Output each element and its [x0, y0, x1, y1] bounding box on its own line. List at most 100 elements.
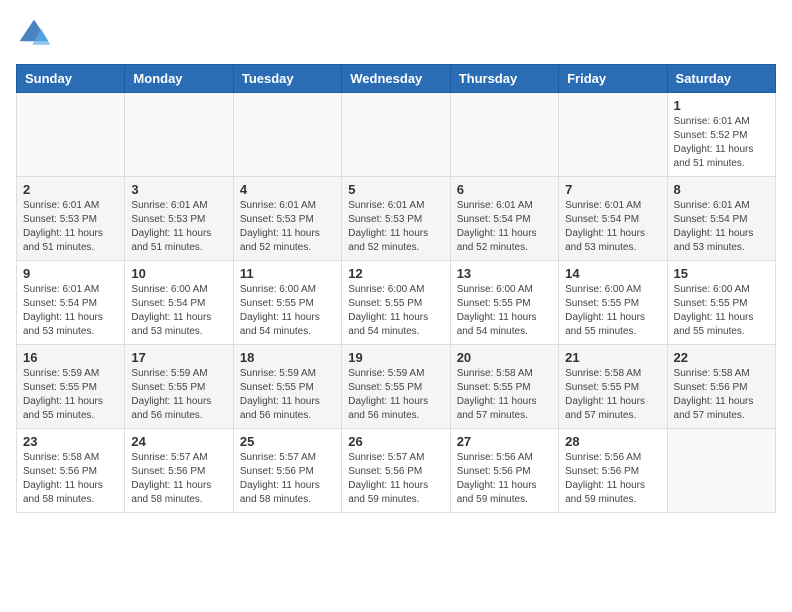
calendar-header-tuesday: Tuesday: [233, 65, 341, 93]
day-number: 16: [23, 350, 118, 365]
day-number: 26: [348, 434, 443, 449]
calendar-day-9: 9Sunrise: 6:01 AM Sunset: 5:54 PM Daylig…: [17, 261, 125, 345]
day-info: Sunrise: 6:01 AM Sunset: 5:54 PM Dayligh…: [565, 199, 660, 255]
calendar-header-wednesday: Wednesday: [342, 65, 450, 93]
day-number: 14: [565, 266, 660, 281]
calendar-day-17: 17 Sunrise: 5:59 AM Sunset: 5:55 PM Dayli…: [125, 345, 233, 429]
calendar-day-13: 13 Sunrise: 6:00 AM Sunset: 5:55 PM Dayli…: [450, 261, 558, 345]
calendar-day-21: 21 Sunrise: 5:58 AM Sunset: 5:55 PM Dayli…: [559, 345, 667, 429]
calendar-day-23: 23Sunrise: 5:58 AM Sunset: 5:56 PM Dayli…: [17, 429, 125, 513]
calendar-day-empty: [667, 429, 775, 513]
calendar-day-8: 8 Sunrise: 6:01 AM Sunset: 5:54 PM Daylig…: [667, 177, 775, 261]
calendar-header-saturday: Saturday: [667, 65, 775, 93]
day-info: Sunrise: 6:01 AM Sunset: 5:53 PM Dayligh…: [23, 199, 118, 255]
day-number: 19: [348, 350, 443, 365]
calendar-day-14: 14 Sunrise: 6:00 AM Sunset: 5:55 PM Dayli…: [559, 261, 667, 345]
day-number: 25: [240, 434, 335, 449]
calendar-header-sunday: Sunday: [17, 65, 125, 93]
calendar-day-16: 16 Sunrise: 5:59 AM Sunset: 5:55 PM Dayli…: [17, 345, 125, 429]
day-info: Sunrise: 6:00 AM Sunset: 5:55 PM Dayligh…: [674, 283, 769, 339]
day-number: 10: [131, 266, 226, 281]
day-info: Sunrise: 6:00 AM Sunset: 5:55 PM Dayligh…: [565, 283, 660, 339]
day-info: Sunrise: 5:59 AM Sunset: 5:55 PM Dayligh…: [23, 367, 118, 423]
day-number: 15: [674, 266, 769, 281]
day-info: Sunrise: 6:01 AM Sunset: 5:54 PM Dayligh…: [457, 199, 552, 255]
day-info: Sunrise: 5:59 AM Sunset: 5:55 PM Dayligh…: [348, 367, 443, 423]
calendar-header-monday: Monday: [125, 65, 233, 93]
day-number: 1: [674, 98, 769, 113]
calendar-day-25: 25 Sunrise: 5:57 AM Sunset: 5:56 PM Dayli…: [233, 429, 341, 513]
calendar-day-11: 11Sunrise: 6:00 AM Sunset: 5:55 PM Dayli…: [233, 261, 341, 345]
day-info: Sunrise: 5:58 AM Sunset: 5:55 PM Dayligh…: [457, 367, 552, 423]
calendar-day-22: 22 Sunrise: 5:58 AM Sunset: 5:56 PM Dayli…: [667, 345, 775, 429]
day-number: 7: [565, 182, 660, 197]
calendar-day-18: 18 Sunrise: 5:59 AM Sunset: 5:55 PM Dayli…: [233, 345, 341, 429]
day-number: 23: [23, 434, 118, 449]
logo-icon: [16, 16, 52, 52]
day-info: Sunrise: 5:57 AM Sunset: 5:56 PM Dayligh…: [348, 451, 443, 507]
calendar-header-row: SundayMondayTuesdayWednesdayThursdayFrid…: [17, 65, 776, 93]
day-info: Sunrise: 5:57 AM Sunset: 5:56 PM Dayligh…: [240, 451, 335, 507]
day-info: Sunrise: 6:01 AM Sunset: 5:53 PM Dayligh…: [240, 199, 335, 255]
calendar-week-4: 23Sunrise: 5:58 AM Sunset: 5:56 PM Dayli…: [17, 429, 776, 513]
calendar-day-24: 24 Sunrise: 5:57 AM Sunset: 5:56 PM Dayli…: [125, 429, 233, 513]
day-info: Sunrise: 6:00 AM Sunset: 5:55 PM Dayligh…: [457, 283, 552, 339]
day-number: 5: [348, 182, 443, 197]
calendar-day-27: 27 Sunrise: 5:56 AM Sunset: 5:56 PM Dayli…: [450, 429, 558, 513]
calendar-day-empty: [450, 93, 558, 177]
day-number: 28: [565, 434, 660, 449]
day-number: 13: [457, 266, 552, 281]
day-info: Sunrise: 5:57 AM Sunset: 5:56 PM Dayligh…: [131, 451, 226, 507]
calendar-day-empty: [17, 93, 125, 177]
day-info: Sunrise: 5:58 AM Sunset: 5:55 PM Dayligh…: [565, 367, 660, 423]
calendar-day-6: 6 Sunrise: 6:01 AM Sunset: 5:54 PM Daylig…: [450, 177, 558, 261]
day-number: 2: [23, 182, 118, 197]
calendar-day-26: 26 Sunrise: 5:57 AM Sunset: 5:56 PM Dayli…: [342, 429, 450, 513]
day-number: 24: [131, 434, 226, 449]
day-number: 21: [565, 350, 660, 365]
calendar-week-0: 1 Sunrise: 6:01 AM Sunset: 5:52 PM Daylig…: [17, 93, 776, 177]
day-number: 22: [674, 350, 769, 365]
calendar-day-empty: [559, 93, 667, 177]
calendar-day-10: 10 Sunrise: 6:00 AM Sunset: 5:54 PM Dayli…: [125, 261, 233, 345]
day-info: Sunrise: 6:00 AM Sunset: 5:55 PM Dayligh…: [348, 283, 443, 339]
calendar-day-5: 5Sunrise: 6:01 AM Sunset: 5:53 PM Daylig…: [342, 177, 450, 261]
calendar-day-28: 28 Sunrise: 5:56 AM Sunset: 5:56 PM Dayli…: [559, 429, 667, 513]
day-info: Sunrise: 5:56 AM Sunset: 5:56 PM Dayligh…: [565, 451, 660, 507]
day-number: 6: [457, 182, 552, 197]
calendar-week-1: 2 Sunrise: 6:01 AM Sunset: 5:53 PM Daylig…: [17, 177, 776, 261]
page-header: [16, 16, 776, 52]
calendar-day-4: 4 Sunrise: 6:01 AM Sunset: 5:53 PM Daylig…: [233, 177, 341, 261]
calendar-table: SundayMondayTuesdayWednesdayThursdayFrid…: [16, 64, 776, 513]
day-number: 3: [131, 182, 226, 197]
day-number: 12: [348, 266, 443, 281]
day-number: 27: [457, 434, 552, 449]
day-info: Sunrise: 5:56 AM Sunset: 5:56 PM Dayligh…: [457, 451, 552, 507]
day-number: 20: [457, 350, 552, 365]
day-info: Sunrise: 6:01 AM Sunset: 5:53 PM Dayligh…: [131, 199, 226, 255]
calendar-day-empty: [342, 93, 450, 177]
calendar-day-3: 3 Sunrise: 6:01 AM Sunset: 5:53 PM Daylig…: [125, 177, 233, 261]
calendar-day-empty: [125, 93, 233, 177]
calendar-week-3: 16 Sunrise: 5:59 AM Sunset: 5:55 PM Dayli…: [17, 345, 776, 429]
calendar-day-15: 15 Sunrise: 6:00 AM Sunset: 5:55 PM Dayli…: [667, 261, 775, 345]
day-number: 4: [240, 182, 335, 197]
day-info: Sunrise: 5:59 AM Sunset: 5:55 PM Dayligh…: [131, 367, 226, 423]
calendar-day-1: 1 Sunrise: 6:01 AM Sunset: 5:52 PM Daylig…: [667, 93, 775, 177]
calendar-day-2: 2 Sunrise: 6:01 AM Sunset: 5:53 PM Daylig…: [17, 177, 125, 261]
day-number: 8: [674, 182, 769, 197]
day-info: Sunrise: 5:59 AM Sunset: 5:55 PM Dayligh…: [240, 367, 335, 423]
calendar-day-7: 7 Sunrise: 6:01 AM Sunset: 5:54 PM Daylig…: [559, 177, 667, 261]
calendar-header-thursday: Thursday: [450, 65, 558, 93]
calendar-day-20: 20 Sunrise: 5:58 AM Sunset: 5:55 PM Dayli…: [450, 345, 558, 429]
day-number: 17: [131, 350, 226, 365]
day-number: 18: [240, 350, 335, 365]
day-info: Sunrise: 6:00 AM Sunset: 5:55 PM Dayligh…: [240, 283, 335, 339]
day-info: Sunrise: 6:01 AM Sunset: 5:54 PM Dayligh…: [674, 199, 769, 255]
calendar-week-2: 9Sunrise: 6:01 AM Sunset: 5:54 PM Daylig…: [17, 261, 776, 345]
day-number: 9: [23, 266, 118, 281]
day-info: Sunrise: 6:01 AM Sunset: 5:52 PM Dayligh…: [674, 115, 769, 171]
day-info: Sunrise: 6:00 AM Sunset: 5:54 PM Dayligh…: [131, 283, 226, 339]
day-info: Sunrise: 5:58 AM Sunset: 5:56 PM Dayligh…: [674, 367, 769, 423]
calendar-day-empty: [233, 93, 341, 177]
